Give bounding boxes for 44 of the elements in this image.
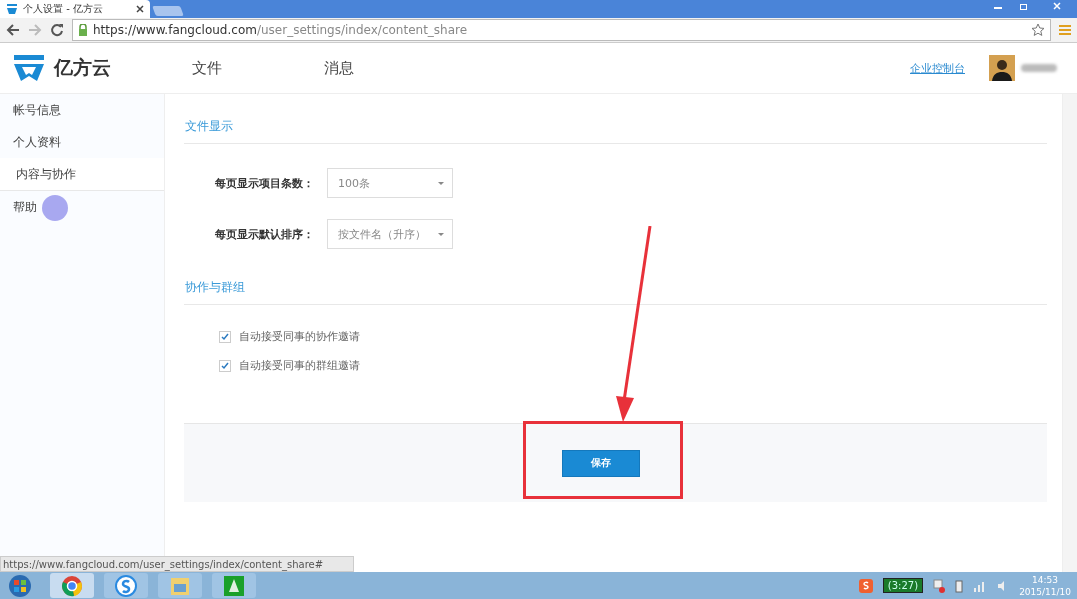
nav-link[interactable]: 消息: [324, 58, 456, 78]
nav-link[interactable]: 文件: [192, 58, 324, 78]
back-icon[interactable]: [6, 23, 20, 37]
section-title: 协作与群组: [184, 279, 1047, 305]
checkbox-label: 自动接受同事的协作邀请: [239, 329, 360, 344]
sidebar-item[interactable]: 帐号信息: [0, 94, 164, 126]
bookmark-star-icon[interactable]: [1031, 23, 1045, 37]
clock-date: 2015/11/10: [1019, 585, 1071, 598]
browser-s-taskbar-icon[interactable]: [104, 573, 148, 598]
sidebar-item[interactable]: 内容与协作: [0, 158, 164, 191]
cloud-logo-icon: [6, 3, 18, 15]
sidebar-item[interactable]: 个人资料: [0, 126, 164, 158]
admin-console-link[interactable]: 企业控制台: [910, 60, 965, 76]
tab-title: 个人设置 - 亿方云: [23, 2, 104, 16]
app-taskbar-icon[interactable]: [212, 573, 256, 598]
select-dropdown[interactable]: 按文件名（升序）: [327, 219, 453, 249]
avatar-icon[interactable]: [989, 55, 1015, 81]
reload-icon[interactable]: [50, 23, 64, 37]
blurred-name: [1021, 64, 1057, 72]
browser-tab[interactable]: 个人设置 - 亿方云: [0, 0, 150, 18]
clock-time: 14:53: [1032, 573, 1059, 586]
battery-indicator[interactable]: (3:27): [882, 578, 924, 593]
save-button[interactable]: 保存: [561, 449, 640, 477]
close-icon[interactable]: [136, 5, 144, 13]
status-url: https://www.fangcloud.com/user_settings/index/content_share#: [0, 556, 354, 572]
restore-icon[interactable]: [1019, 2, 1029, 10]
browser-taskbar-icon[interactable]: [50, 573, 94, 598]
flag-icon[interactable]: [933, 578, 946, 593]
select-dropdown[interactable]: 100条: [327, 168, 453, 198]
sidebar-item[interactable]: 帮助: [0, 191, 164, 223]
checkbox[interactable]: [219, 330, 231, 343]
scrollbar[interactable]: [1062, 94, 1077, 572]
checkbox[interactable]: [219, 359, 231, 372]
section-title: 文件显示: [184, 118, 1047, 144]
battery-icon[interactable]: [955, 578, 964, 593]
lock-icon: [78, 24, 88, 36]
logo-text: 亿方云: [54, 55, 111, 80]
menu-icon[interactable]: [1059, 24, 1071, 36]
field-label: 每页显示项目条数：: [215, 175, 315, 191]
field-label: 每页显示默认排序：: [215, 226, 315, 242]
new-tab-button[interactable]: [152, 6, 184, 16]
checkbox-label: 自动接受同事的群组邀请: [239, 358, 360, 373]
address-field[interactable]: https://www.fangcloud.com/user_settings/index/content_share: [72, 19, 1051, 41]
input-method-icon[interactable]: [858, 578, 873, 593]
